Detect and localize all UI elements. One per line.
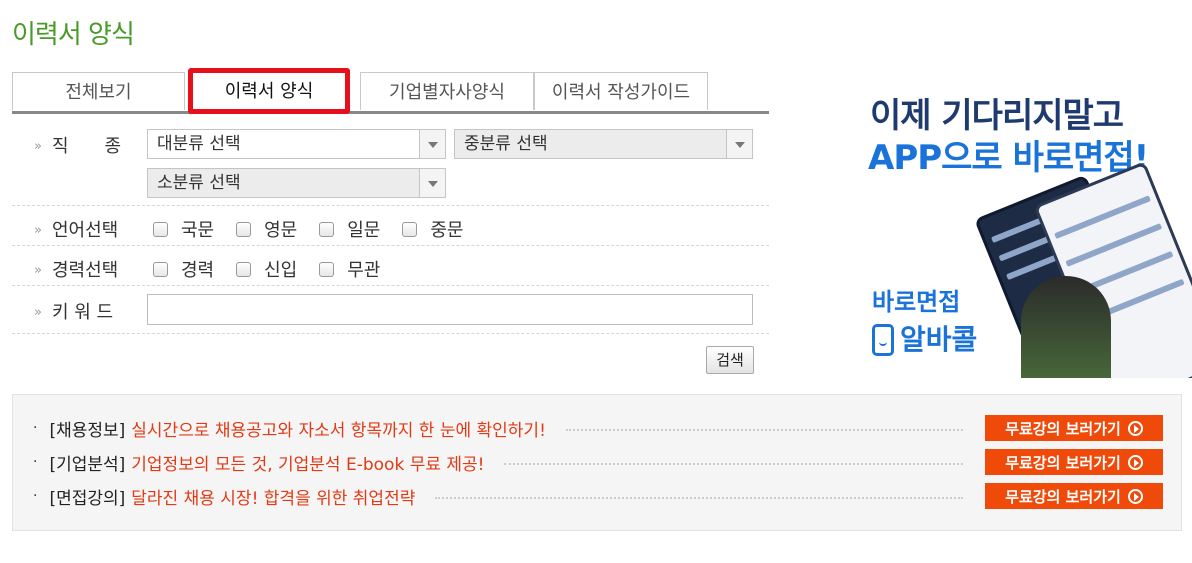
chevron-down-icon: [419, 130, 445, 158]
career-option-any[interactable]: 무관: [319, 256, 380, 282]
checkbox[interactable]: [153, 261, 168, 277]
tab-all[interactable]: 전체보기: [12, 72, 185, 110]
ad-brand-name: 알바콜: [900, 323, 978, 356]
checkbox[interactable]: [153, 221, 168, 237]
career-option-new[interactable]: 신입: [236, 256, 297, 282]
tab-resume-form[interactable]: 이력서 양식: [188, 68, 350, 114]
dotted-divider: [504, 463, 963, 465]
chevron-down-icon: [726, 130, 752, 158]
ad-brand-tagline: 바로면접: [872, 288, 961, 316]
major-category-select[interactable]: 대분류 선택: [147, 129, 446, 159]
dotted-divider: [565, 429, 963, 431]
free-lecture-button[interactable]: 무료강의 보러가기: [985, 415, 1163, 441]
bullet-icon: ·: [33, 488, 38, 504]
notice-link[interactable]: 기업정보의 모든 것, 기업분석 E-book 무료 제공!: [131, 450, 484, 475]
arrow-icon: »: [34, 223, 42, 238]
notice-link[interactable]: 실시간으로 채용공고와 자소서 항목까지 한 눈에 확인하기!: [131, 416, 546, 441]
search-button[interactable]: 검색: [706, 346, 754, 374]
tab-writing-guide[interactable]: 이력서 작성가이드: [534, 72, 708, 110]
middle-category-select[interactable]: 중분류 선택: [454, 129, 753, 159]
free-lecture-button[interactable]: 무료강의 보러가기: [985, 449, 1163, 475]
keyword-label: » 키 워 드: [34, 302, 114, 323]
tab-company-forms[interactable]: 기업별자사양식: [360, 72, 534, 110]
keyword-row: » 키 워 드: [12, 286, 769, 334]
page-title: 이력서 양식: [12, 20, 135, 50]
arrow-icon: »: [34, 263, 42, 278]
checkbox[interactable]: [236, 221, 252, 237]
chevron-down-icon: [419, 169, 445, 197]
person-photo: [1021, 276, 1111, 378]
career-label: » 경력선택: [34, 260, 119, 281]
notice-row: · [면접강의] 달라진 채용 시장! 합격을 위한 취업전략 무료강의 보러가…: [33, 483, 1163, 509]
career-row: » 경력선택 경력 신입 무관: [12, 246, 769, 286]
app-ad-banner[interactable]: 이제 기다리지말고 APP으로 바로면접! 바로면접 알바콜: [866, 88, 1192, 378]
checkbox[interactable]: [402, 221, 418, 237]
major-category-value: 대분류 선택: [157, 134, 241, 154]
notice-category: [기업분석]: [49, 454, 126, 475]
career-options: 경력 신입 무관: [153, 256, 402, 282]
arrow-icon: »: [34, 139, 42, 154]
notice-category: [채용정보]: [49, 420, 126, 441]
minor-category-value: 소분류 선택: [157, 173, 241, 193]
ad-app-text: APP으로: [868, 138, 1003, 178]
phone-icon: [872, 324, 894, 356]
language-options: 국문 영문 일문 중문: [153, 216, 486, 242]
language-option-chinese[interactable]: 중문: [402, 216, 464, 242]
job-type-row: » 직 종 대분류 선택 중분류 선택 소분류 선택: [12, 120, 769, 206]
play-icon: [1127, 488, 1143, 504]
keyword-input[interactable]: [147, 294, 753, 325]
checkbox[interactable]: [319, 261, 335, 277]
job-type-label: » 직 종: [34, 136, 122, 157]
language-row: » 언어선택 국문 영문 일문 중문: [12, 206, 769, 246]
checkbox[interactable]: [236, 261, 252, 277]
language-label: » 언어선택: [34, 220, 119, 241]
minor-category-select[interactable]: 소분류 선택: [147, 168, 446, 198]
bullet-icon: ·: [33, 454, 38, 470]
play-icon: [1127, 454, 1143, 470]
bullet-icon: ·: [33, 420, 38, 436]
free-lecture-button[interactable]: 무료강의 보러가기: [985, 483, 1163, 509]
language-option-english[interactable]: 영문: [236, 216, 297, 242]
middle-category-value: 중분류 선택: [464, 134, 548, 154]
language-option-korean[interactable]: 국문: [153, 216, 214, 242]
arrow-icon: »: [34, 305, 42, 320]
notice-category: [면접강의]: [49, 488, 126, 509]
notice-row: · [채용정보] 실시간으로 채용공고와 자소서 항목까지 한 눈에 확인하기!…: [33, 415, 1163, 441]
notice-row: · [기업분석] 기업정보의 모든 것, 기업분석 E-book 무료 제공! …: [33, 449, 1163, 475]
checkbox[interactable]: [319, 221, 335, 237]
language-option-japanese[interactable]: 일문: [319, 216, 380, 242]
notice-box: · [채용정보] 실시간으로 채용공고와 자소서 항목까지 한 눈에 확인하기!…: [12, 394, 1182, 531]
career-option-experienced[interactable]: 경력: [153, 256, 214, 282]
dotted-divider: [435, 497, 963, 499]
play-icon: [1127, 420, 1143, 436]
notice-link[interactable]: 달라진 채용 시장! 합격을 위한 취업전략: [131, 484, 415, 509]
tab-bar: 전체보기 이력서 양식 기업별자사양식 이력서 작성가이드: [12, 68, 769, 114]
